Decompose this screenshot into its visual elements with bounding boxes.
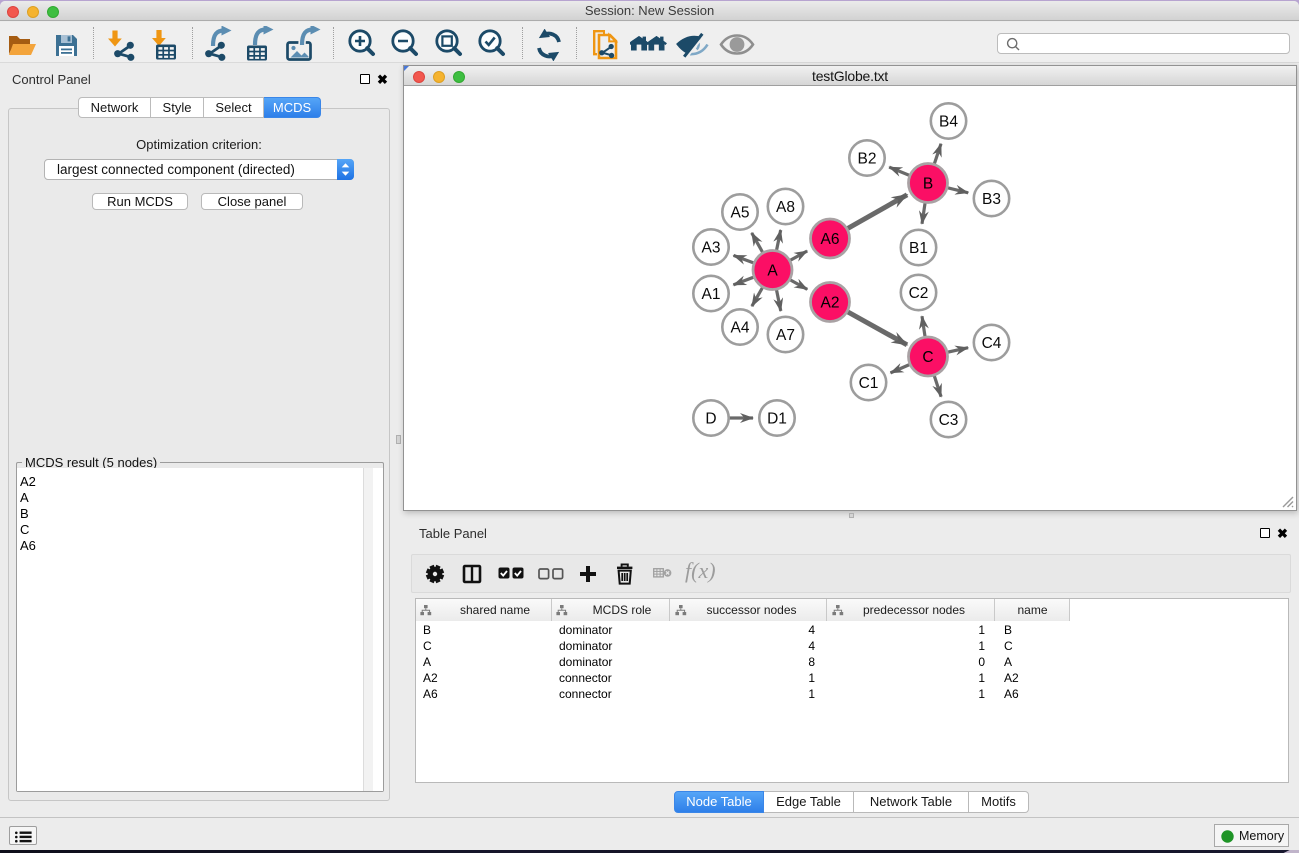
svg-text:B4: B4: [939, 113, 958, 130]
svg-text:C4: C4: [982, 335, 1002, 352]
svg-text:B2: B2: [858, 150, 877, 167]
svg-text:A5: A5: [731, 204, 750, 221]
svg-text:A2: A2: [821, 294, 840, 311]
svg-text:A3: A3: [702, 239, 721, 256]
svg-text:A: A: [767, 262, 778, 279]
svg-text:A8: A8: [776, 199, 795, 216]
svg-text:A1: A1: [702, 286, 721, 303]
svg-text:C2: C2: [909, 285, 929, 302]
svg-text:C: C: [922, 349, 933, 366]
svg-text:A6: A6: [821, 231, 840, 248]
svg-text:B3: B3: [982, 191, 1001, 208]
svg-text:A4: A4: [731, 319, 750, 336]
svg-text:C1: C1: [859, 375, 879, 392]
svg-text:B1: B1: [909, 240, 928, 257]
svg-text:A7: A7: [776, 327, 795, 344]
svg-text:D1: D1: [767, 410, 787, 427]
svg-text:D: D: [705, 410, 716, 427]
svg-text:B: B: [923, 175, 933, 192]
svg-text:C3: C3: [939, 412, 959, 429]
